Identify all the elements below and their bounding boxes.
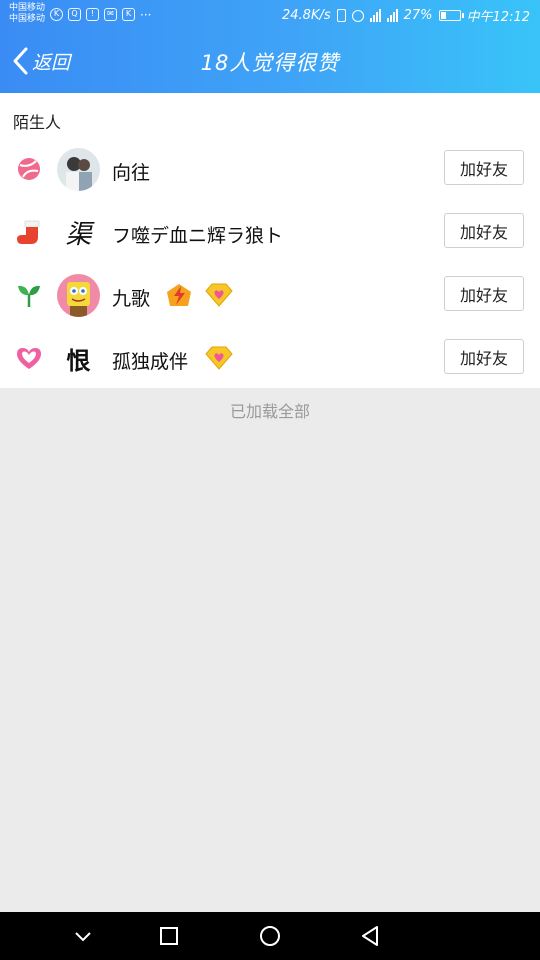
- user-name[interactable]: 九歌: [112, 284, 150, 311]
- add-friend-button[interactable]: 加好友: [444, 213, 524, 248]
- mail-icon: ✉: [104, 8, 117, 21]
- sim-alert-icon: !: [86, 8, 99, 21]
- header: 中国移动 中国移动 K Q ! ✉ K ··· 24.8K/s 27% 中午12…: [0, 0, 540, 93]
- sprout-icon: [18, 285, 40, 307]
- add-friend-button[interactable]: 加好友: [444, 276, 524, 311]
- likers-list: 陌生人 向往 加好友 渠 フ噬デ血ニ辉ラ狼ト 加好友 九歌 加好友 恨 孤独成伴…: [0, 93, 540, 388]
- home-icon[interactable]: [258, 924, 282, 948]
- list-item: 恨 孤独成伴 加好友: [0, 327, 540, 390]
- avatar[interactable]: 渠: [57, 211, 100, 254]
- add-friend-button[interactable]: 加好友: [444, 150, 524, 185]
- user-name[interactable]: フ噬デ血ニ辉ラ狼ト: [112, 221, 283, 248]
- recent-apps-icon[interactable]: [157, 924, 181, 948]
- carrier-1: 中国移动: [9, 3, 46, 13]
- avatar[interactable]: [57, 274, 100, 317]
- notification-icons: K Q ! ✉ K ···: [50, 8, 151, 21]
- user-name[interactable]: 向往: [112, 158, 150, 185]
- screen: 中国移动 中国移动 K Q ! ✉ K ··· 24.8K/s 27% 中午12…: [0, 0, 540, 960]
- list-item: 渠 フ噬デ血ニ辉ラ狼ト 加好友: [0, 201, 540, 264]
- list-item: 九歌 加好友: [0, 264, 540, 327]
- christmas-stocking-icon: [17, 220, 40, 244]
- list-item: 向往 加好友: [0, 138, 540, 201]
- qq-icon: Q: [68, 8, 81, 21]
- clock: 中午12:12: [466, 10, 530, 25]
- system-nav-bar: [0, 912, 540, 960]
- svip-lightning-icon: [167, 284, 191, 306]
- net-speed: 24.8K/s: [282, 8, 331, 23]
- signal-4g-icon: [386, 9, 398, 22]
- pink-heart-icon: [17, 348, 41, 369]
- add-friend-button[interactable]: 加好友: [444, 339, 524, 374]
- app-k-icon: K: [122, 8, 135, 21]
- back-triangle-icon[interactable]: [358, 924, 382, 948]
- volleyball-icon: [18, 158, 40, 180]
- status-bar: 中国移动 中国移动 K Q ! ✉ K ··· 24.8K/s 27% 中午12…: [0, 0, 540, 30]
- chevron-down-icon[interactable]: [71, 924, 95, 948]
- user-name[interactable]: 孤独成伴: [112, 347, 188, 374]
- loaded-all-label: 已加载全部: [229, 402, 310, 421]
- carrier-2: 中国移动: [9, 14, 46, 24]
- vibrate-icon: [336, 9, 346, 22]
- title-bar: 返回 18人觉得很赞: [0, 30, 540, 93]
- alarm-icon: [351, 9, 364, 22]
- more-notifications-icon: ···: [140, 7, 152, 22]
- avatar-calligraphy: 渠: [65, 220, 92, 250]
- section-title: 陌生人: [13, 113, 62, 132]
- signal-icon: [369, 9, 381, 22]
- carrier-labels: 中国移动 中国移动: [9, 3, 45, 25]
- battery-percent: 27%: [403, 8, 433, 23]
- avatar-calligraphy: 恨: [66, 346, 91, 375]
- diamond-heart-icon: [205, 283, 233, 307]
- page-title: 18人觉得很赞: [200, 51, 340, 75]
- avatar[interactable]: [57, 148, 100, 191]
- avatar[interactable]: 恨: [57, 337, 100, 380]
- battery-icon: [438, 10, 464, 21]
- k-app-icon: K: [50, 8, 63, 21]
- diamond-heart-icon: [205, 346, 233, 370]
- status-right: 24.8K/s 27% 中午12:12: [282, 6, 530, 25]
